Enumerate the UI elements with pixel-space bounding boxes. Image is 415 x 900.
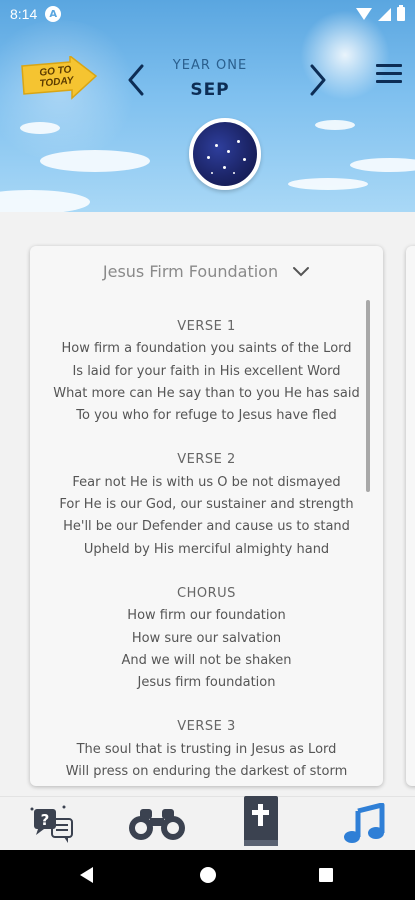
stanza: VERSE 2 Fear not He is with us O be not … [30, 449, 383, 560]
lyric-line: What more can He say than to you He has … [53, 385, 360, 401]
nav-questions[interactable]: ? [20, 799, 84, 849]
cloud [350, 158, 415, 172]
signal-icon [378, 7, 391, 21]
chevron-down-icon [293, 266, 310, 276]
question-chat-icon: ? [30, 805, 73, 843]
nav-music[interactable] [336, 799, 392, 849]
nav-explore[interactable] [122, 799, 192, 849]
stanza: VERSE 1 How firm a foundation you saints… [30, 316, 383, 427]
bible-icon [244, 796, 278, 846]
song-selector[interactable]: Jesus Firm Foundation [30, 262, 383, 281]
lyric-line: Is laid for your faith in His excellent … [72, 363, 341, 379]
lyric-line: How firm a foundation you saints of the … [61, 341, 352, 357]
hamburger-menu-icon[interactable] [376, 64, 402, 84]
cloud [40, 150, 150, 172]
lyric-line: The soul that is trusting in Jesus as Lo… [76, 741, 337, 757]
chevron-left-icon [128, 64, 144, 96]
lyric-line: Fear not He is with us O be not dismayed [72, 474, 341, 490]
lyric-line: How firm our foundation [127, 608, 286, 624]
lyric-line: Will press on enduring the darkest of st… [65, 764, 348, 780]
header: 8:14 A GO TO TODAY YEAR ONE SEP [0, 0, 415, 212]
constellation-avatar[interactable] [189, 118, 261, 190]
svg-text:?: ? [41, 811, 50, 829]
go-to-today-button[interactable]: GO TO TODAY [18, 56, 98, 102]
lyric-line: To you who for refuge to Jesus have fled [76, 408, 337, 424]
song-card: Jesus Firm Foundation VERSE 1 How firm a… [30, 246, 383, 786]
cloud [20, 122, 60, 134]
music-note-icon [344, 803, 385, 843]
prev-month-button[interactable] [122, 62, 150, 98]
stanza: CHORUS How firm our foundation How sure … [30, 583, 383, 694]
system-nav-bar [0, 850, 415, 900]
nav-bible[interactable] [232, 795, 288, 851]
section-label: CHORUS [177, 585, 236, 601]
home-icon[interactable] [200, 867, 216, 883]
status-bar: 8:14 A [0, 0, 415, 28]
chevron-right-icon [310, 64, 326, 96]
back-icon[interactable] [80, 867, 93, 883]
next-month-button[interactable] [304, 62, 332, 98]
battery-icon [397, 5, 405, 21]
section-label: VERSE 3 [177, 719, 236, 735]
song-title: Jesus Firm Foundation [102, 262, 279, 281]
binoculars-icon [129, 809, 185, 840]
cloud [0, 190, 90, 212]
wifi-icon [356, 8, 372, 20]
lyric-line: For He is our God, our sustainer and str… [59, 497, 354, 513]
status-time: 8:14 [10, 6, 38, 22]
app-notification-icon: A [45, 6, 62, 22]
lyric-line: He'll be our Defender and cause us to st… [63, 519, 350, 535]
stanza: VERSE 3 The soul that is trusting in Jes… [30, 716, 383, 783]
section-label: VERSE 2 [177, 452, 236, 468]
lyric-line: Jesus firm foundation [137, 675, 276, 691]
month-label: SEP [190, 80, 230, 100]
bottom-nav: ? [0, 796, 415, 850]
lyric-line: Upheld by His merciful almighty hand [83, 541, 330, 557]
next-card-peek[interactable] [406, 246, 415, 786]
recent-apps-icon[interactable] [319, 868, 333, 882]
cloud [288, 178, 368, 190]
lyric-line: How sure our salvation [131, 630, 282, 646]
lyric-line: And we will not be shaken [121, 652, 292, 668]
lyrics: VERSE 1 How firm a foundation you saints… [30, 316, 383, 786]
section-label: VERSE 1 [177, 319, 236, 334]
cloud [315, 120, 355, 130]
year-label: YEAR ONE [172, 58, 248, 73]
